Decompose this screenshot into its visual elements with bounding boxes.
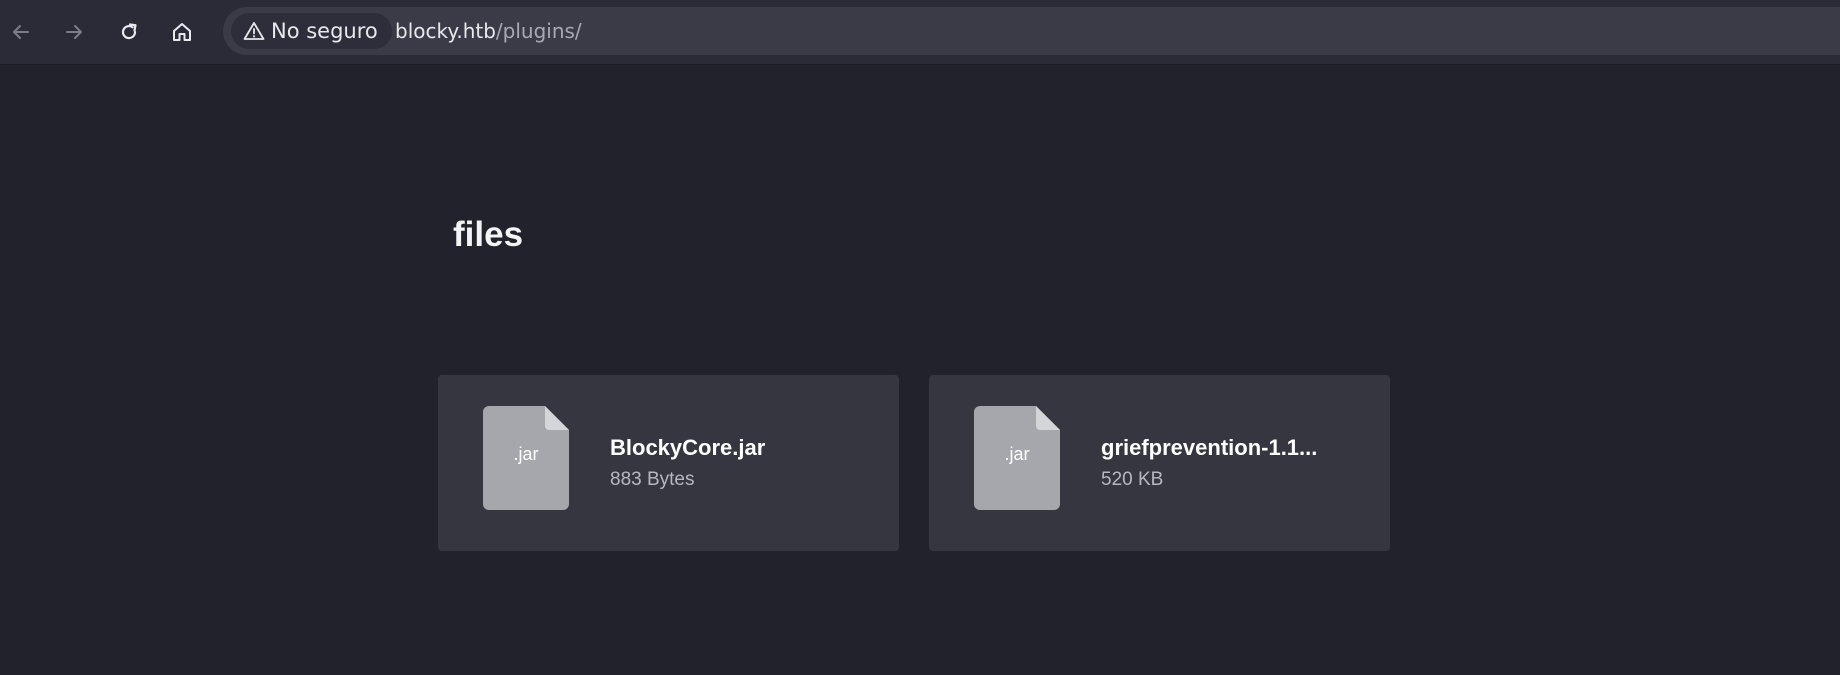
arrow-left-icon [13,25,29,39]
file-card[interactable]: .jar BlockyCore.jar 883 Bytes [438,375,899,551]
browser-toolbar: No seguro blocky.htb/plugins/ [0,0,1840,65]
url-host: blocky.htb [395,19,496,43]
jar-file-icon: .jar [974,406,1060,510]
back-button[interactable] [3,14,39,50]
jar-file-icon: .jar [483,406,569,510]
warning-triangle-icon [243,22,265,40]
file-name[interactable]: BlockyCore.jar [610,435,870,461]
address-bar[interactable]: No seguro blocky.htb/plugins/ [223,7,1840,55]
reload-icon [121,23,137,40]
file-name[interactable]: griefprevention-1.1... [1101,435,1361,461]
url-text[interactable]: blocky.htb/plugins/ [395,7,582,55]
home-icon [173,23,191,41]
security-indicator[interactable]: No seguro [231,13,392,49]
page-title: files [453,215,524,254]
file-size: 520 KB [1101,469,1164,490]
file-card[interactable]: .jar griefprevention-1.1... 520 KB [929,375,1390,551]
file-extension-label: .jar [513,444,539,464]
url-path: /plugins/ [495,19,582,43]
security-label: No seguro [271,19,378,43]
file-extension-label: .jar [1004,444,1030,464]
arrow-right-icon [66,25,82,39]
file-size: 883 Bytes [610,469,695,490]
home-button[interactable] [164,14,200,50]
reload-button[interactable] [111,14,147,50]
forward-button[interactable] [56,14,92,50]
